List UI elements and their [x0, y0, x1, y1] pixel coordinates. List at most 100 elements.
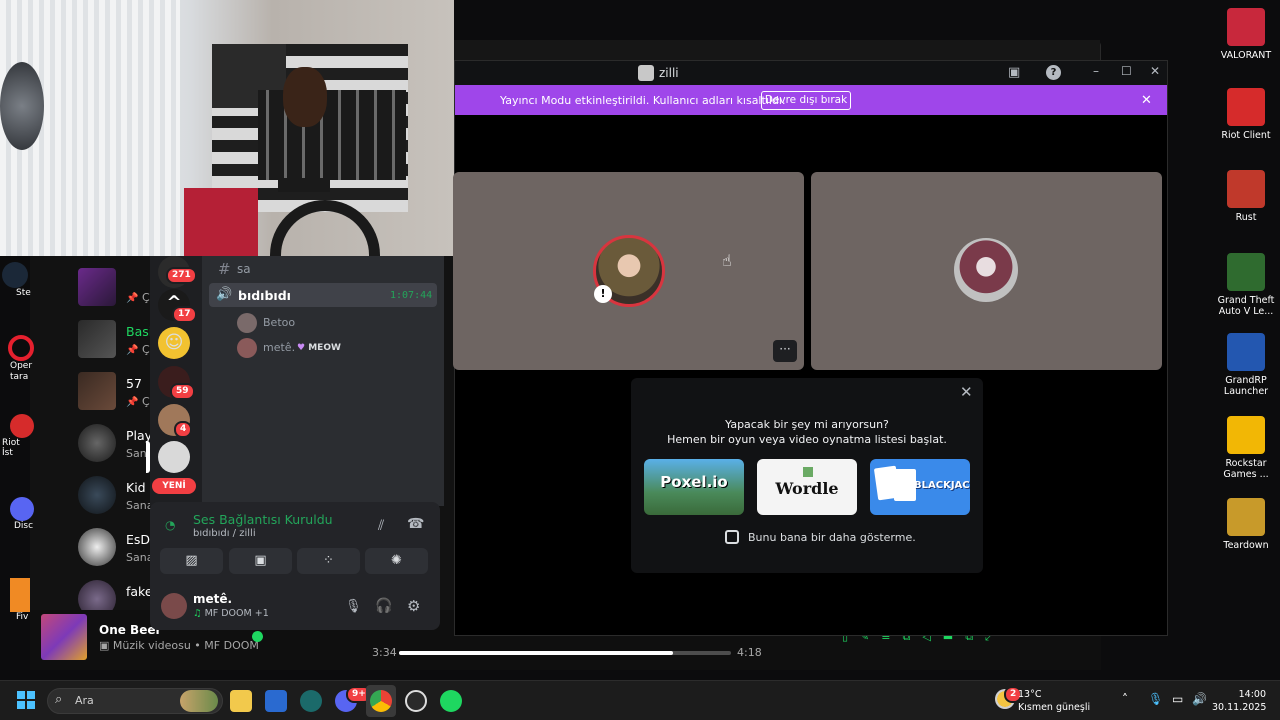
voice-status-subtitle[interactable]: bıdıbıdı / zilli — [193, 528, 256, 539]
dont-show-again-checkbox[interactable] — [725, 530, 739, 544]
maximize-button[interactable]: ☐ — [1121, 64, 1132, 78]
voice-status-title[interactable]: Ses Bağlantısı Kuruldu — [193, 512, 333, 527]
fivem-icon — [10, 578, 30, 612]
playing-card-icon — [894, 469, 916, 501]
avatar[interactable] — [237, 313, 257, 333]
desktop-icon-steam[interactable]: Ste — [0, 262, 31, 302]
screen-share-button[interactable]: ▣ — [229, 548, 292, 574]
server-icon[interactable] — [158, 441, 190, 473]
tray-chevron-up-icon[interactable]: ˄ — [1122, 692, 1128, 706]
start-windows-icon[interactable] — [17, 691, 35, 709]
desktop-icon-grandrp[interactable]: GrandRP Launcher — [1215, 333, 1277, 397]
new-badge[interactable]: YENİ — [152, 478, 196, 494]
signal-icon: ◔ — [165, 518, 176, 532]
now-playing-art[interactable] — [41, 614, 87, 660]
speaker — [278, 178, 330, 192]
desktop-icon-fivem[interactable]: Fiv — [0, 578, 30, 630]
clock-date[interactable]: 30.11.2025 — [1212, 702, 1266, 713]
minimize-button[interactable]: – — [1093, 64, 1099, 78]
file-explorer-icon[interactable] — [230, 690, 252, 712]
window-title: zilli — [659, 66, 679, 80]
saved-check-icon[interactable] — [252, 631, 263, 642]
microsoft-store-icon[interactable] — [265, 690, 287, 712]
artist-avatar — [78, 528, 116, 566]
soundboard-button[interactable]: ✺ — [365, 548, 428, 574]
close-banner-icon[interactable]: ✕ — [1141, 93, 1152, 108]
headphones-icon[interactable]: 🎧 — [375, 598, 392, 614]
voice-member-name[interactable]: metê. — [263, 341, 295, 354]
screen-share-icon: ▣ — [254, 553, 267, 568]
participant-avatar — [954, 238, 1018, 302]
progress-fill — [399, 651, 673, 655]
riot-icon — [10, 414, 34, 438]
balloon — [0, 62, 44, 150]
spotify-taskbar-icon[interactable] — [440, 690, 462, 712]
desktop-icon-rust[interactable]: Rust — [1215, 170, 1277, 223]
desktop-icon-gta-v[interactable]: Grand Theft Auto V Le... — [1215, 253, 1277, 317]
gta-v-icon — [1227, 253, 1265, 291]
teardown-icon — [1227, 498, 1265, 536]
activity-card-wordle[interactable]: Wordle — [757, 459, 857, 515]
clock-time[interactable]: 14:00 — [1222, 689, 1266, 700]
user-name[interactable]: metê. — [193, 592, 232, 606]
participant-tile[interactable]: ! ··· — [453, 172, 804, 370]
activity-card-blackjack[interactable]: BLACKJACK — [870, 459, 970, 515]
weather-temperature[interactable]: 13°C — [1018, 689, 1041, 700]
server-icon[interactable]: ☺ — [158, 327, 190, 359]
rockstar-icon — [1227, 416, 1265, 454]
voice-member-name[interactable]: Betoo — [263, 316, 295, 329]
activities-button[interactable]: ⁘ — [297, 548, 360, 574]
activity-card-poxel[interactable]: Poxel.io — [644, 459, 744, 515]
text-channel-sa[interactable]: sa — [237, 262, 251, 276]
time-current: 3:34 — [372, 646, 397, 659]
camera-off-icon: ▨ — [185, 553, 198, 568]
desktop-icon-teardown[interactable]: Teardown — [1215, 498, 1277, 551]
camera-off-button[interactable]: ▨ — [160, 548, 223, 574]
volume-icon[interactable]: 🔊 — [1192, 692, 1207, 706]
desktop: 📌 Çalma l Basim ag 📌 Çalma l 57 📌 Çalma … — [0, 0, 1280, 720]
desktop-icon-opera[interactable]: Oper tara — [0, 335, 34, 395]
close-window-button[interactable]: ✕ — [1150, 64, 1160, 78]
help-icon[interactable]: ? — [1046, 65, 1061, 80]
cover-art — [78, 268, 116, 306]
background-window-top — [454, 40, 1100, 60]
server-badge: 17 — [172, 306, 197, 323]
status-badge: ! — [594, 285, 612, 303]
settings-gear-icon[interactable]: ⚙ — [407, 597, 420, 615]
more-options-icon[interactable]: ··· — [773, 340, 797, 362]
disable-streamer-mode-button[interactable]: Devre dışı bırak — [761, 91, 851, 110]
mouse-cursor: ☝ — [722, 251, 732, 270]
valorant-icon — [1227, 8, 1265, 46]
participant-tile[interactable] — [811, 172, 1162, 370]
desktop-icon-riot-client[interactable]: Riot Client — [1215, 88, 1277, 141]
inbox-icon[interactable]: ▣ — [1008, 65, 1020, 80]
member-tag: ♥ MEOW — [297, 343, 341, 353]
disconnect-icon[interactable]: ☎ — [407, 516, 424, 532]
time-total: 4:18 — [737, 646, 762, 659]
app-icon[interactable] — [300, 690, 322, 712]
voice-channel-timer: 1:07:44 — [390, 290, 433, 301]
desktop-icon-valorant[interactable]: VALORANT — [1215, 8, 1277, 61]
weather-description[interactable]: Kısmen güneşli — [1018, 702, 1090, 713]
desktop-icon-rockstar[interactable]: Rockstar Games ... — [1215, 416, 1277, 480]
speaker-icon: 🔊 — [216, 287, 233, 302]
cover-art — [78, 320, 116, 358]
close-activity-icon[interactable]: ✕ — [960, 383, 973, 401]
microphone-icon[interactable]: 🎙 — [345, 599, 362, 614]
grandrp-icon — [1227, 333, 1265, 371]
progress-bar[interactable] — [399, 651, 731, 655]
network-icon[interactable]: ▭ — [1172, 692, 1183, 706]
server-badge: 4 — [174, 421, 193, 438]
search-placeholder: Ara — [75, 694, 94, 707]
now-playing-subtitle: ▣ Müzik videosu • MF DOOM — [99, 639, 259, 652]
desktop-icon-discord[interactable]: Disc — [0, 497, 34, 549]
avatar[interactable] — [237, 338, 257, 358]
spotify-library-list: 📌 Çalma l Basim ag 📌 Çalma l 57 📌 Çalma … — [30, 250, 184, 670]
noise-suppression-icon[interactable]: ⫽ — [378, 518, 384, 534]
desktop-icon-riot[interactable]: Riot İst — [0, 414, 34, 466]
avatar[interactable] — [161, 593, 187, 619]
mic-tray-icon[interactable]: 🎙 — [1148, 692, 1163, 706]
chrome-icon[interactable] — [370, 690, 392, 712]
obs-icon[interactable] — [405, 690, 427, 712]
search-icon: ⌕ — [55, 692, 63, 707]
